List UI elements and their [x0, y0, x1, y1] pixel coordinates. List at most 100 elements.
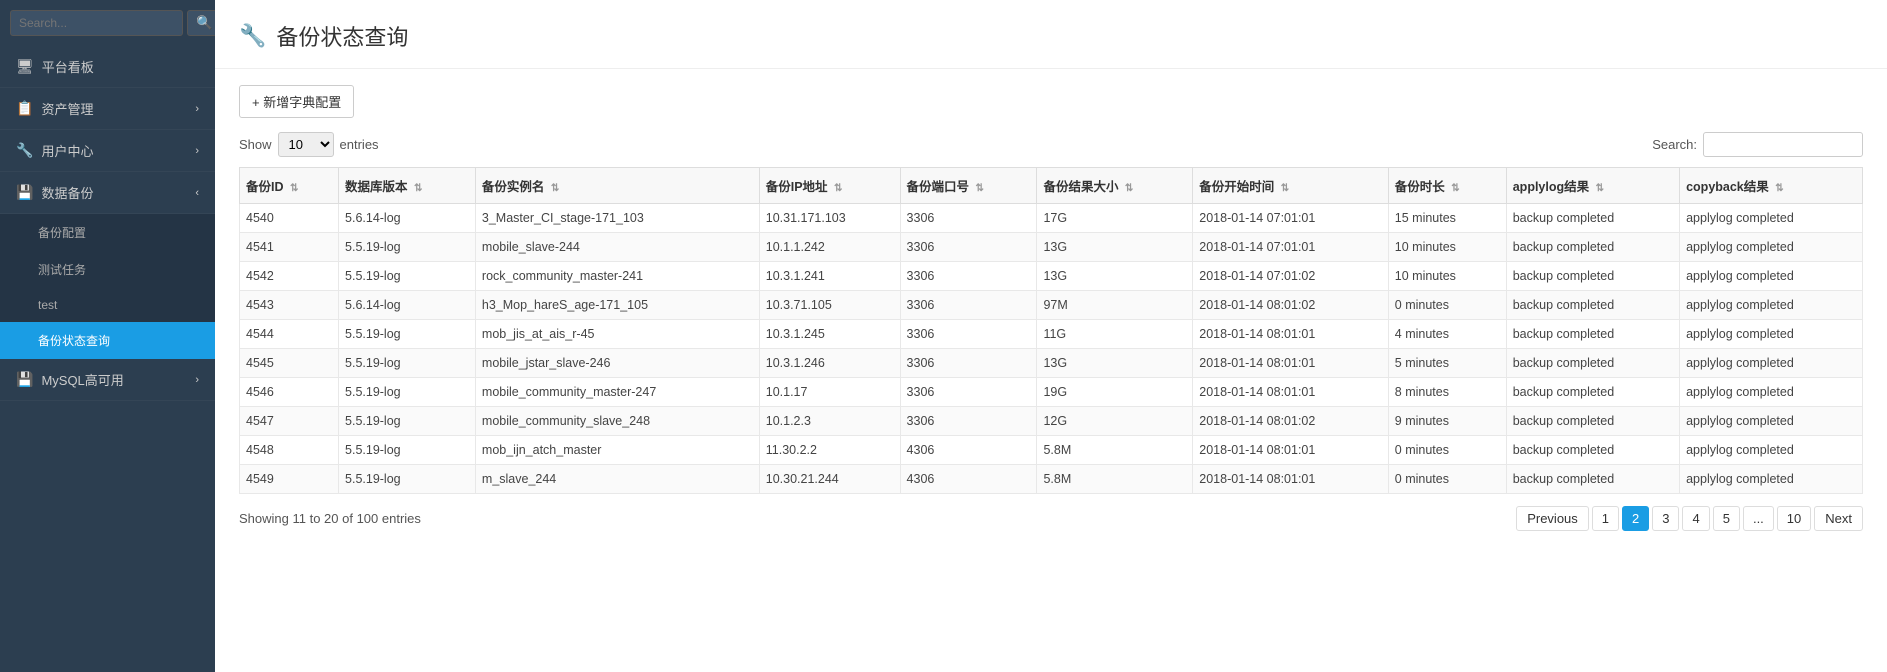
- cell-copyback: applylog completed: [1680, 465, 1863, 494]
- cell-start_time: 2018-01-14 08:01:02: [1193, 407, 1389, 436]
- table-row: 45485.5.19-logmob_ijn_atch_master11.30.2…: [240, 436, 1863, 465]
- table-search-area: Search:: [1652, 132, 1863, 157]
- cell-backup_size: 5.8M: [1037, 465, 1193, 494]
- chevron-right-icon: ›: [195, 103, 199, 115]
- cell-duration: 8 minutes: [1388, 378, 1506, 407]
- mysql-icon: 💾: [16, 371, 33, 388]
- sort-icon: ⇅: [551, 183, 559, 194]
- cell-backup_size: 13G: [1037, 233, 1193, 262]
- sidebar-item-test-task[interactable]: 测试任务: [0, 251, 215, 288]
- table-row: 45475.5.19-logmobile_community_slave_248…: [240, 407, 1863, 436]
- cell-applylog: backup completed: [1506, 233, 1679, 262]
- cell-backup_id: 4541: [240, 233, 339, 262]
- sort-icon: ⇅: [1125, 183, 1133, 194]
- cell-applylog: backup completed: [1506, 378, 1679, 407]
- sidebar-search-area: 🔍: [0, 0, 215, 46]
- col-instance-name[interactable]: 备份实例名 ⇅: [475, 168, 759, 204]
- cell-duration: 5 minutes: [1388, 349, 1506, 378]
- pagination: Previous 1 2 3 4 5 ... 10 Next: [1516, 506, 1863, 531]
- cell-start_time: 2018-01-14 08:01:01: [1193, 436, 1389, 465]
- col-start-time[interactable]: 备份开始时间 ⇅: [1193, 168, 1389, 204]
- col-duration[interactable]: 备份时长 ⇅: [1388, 168, 1506, 204]
- cell-backup_ip: 10.3.1.241: [759, 262, 900, 291]
- sidebar-item-test[interactable]: test: [0, 288, 215, 322]
- col-db-version[interactable]: 数据库版本 ⇅: [339, 168, 476, 204]
- cell-copyback: applylog completed: [1680, 204, 1863, 233]
- cell-db_version: 5.5.19-log: [339, 233, 476, 262]
- cell-start_time: 2018-01-14 07:01:01: [1193, 233, 1389, 262]
- cell-db_version: 5.5.19-log: [339, 378, 476, 407]
- page-ellipsis: ...: [1743, 506, 1774, 531]
- cell-backup_id: 4545: [240, 349, 339, 378]
- page-1-button[interactable]: 1: [1592, 506, 1619, 531]
- sort-icon: ⇅: [1281, 183, 1289, 194]
- cell-duration: 0 minutes: [1388, 291, 1506, 320]
- col-applylog[interactable]: applylog结果 ⇅: [1506, 168, 1679, 204]
- page-2-button[interactable]: 2: [1622, 506, 1649, 531]
- cell-db_version: 5.5.19-log: [339, 349, 476, 378]
- sidebar-sub-item-label: 备份配置: [38, 224, 86, 241]
- col-copyback[interactable]: copyback结果 ⇅: [1680, 168, 1863, 204]
- col-backup-size[interactable]: 备份结果大小 ⇅: [1037, 168, 1193, 204]
- col-backup-port[interactable]: 备份端口号 ⇅: [900, 168, 1037, 204]
- table-header: 备份ID ⇅ 数据库版本 ⇅ 备份实例名 ⇅ 备份IP地址 ⇅ 备份端口号 ⇅ …: [240, 168, 1863, 204]
- cell-backup_ip: 10.3.71.105: [759, 291, 900, 320]
- cell-instance_name: mobile_community_master-247: [475, 378, 759, 407]
- cell-backup_id: 4547: [240, 407, 339, 436]
- sidebar-item-mysql-ha[interactable]: 💾 MySQL高可用 ›: [0, 359, 215, 401]
- sidebar-item-users[interactable]: 🔧 用户中心 ›: [0, 130, 215, 172]
- cell-instance_name: mob_ijn_atch_master: [475, 436, 759, 465]
- cell-copyback: applylog completed: [1680, 349, 1863, 378]
- cell-backup_ip: 10.30.21.244: [759, 465, 900, 494]
- table-body: 45405.6.14-log3_Master_CI_stage-171_1031…: [240, 204, 1863, 494]
- cell-backup_size: 11G: [1037, 320, 1193, 349]
- page-10-button[interactable]: 10: [1777, 506, 1811, 531]
- cell-applylog: backup completed: [1506, 407, 1679, 436]
- show-entries: Show 10 25 50 100 entries: [239, 132, 379, 157]
- sidebar-search-button[interactable]: 🔍: [187, 10, 215, 36]
- previous-button[interactable]: Previous: [1516, 506, 1589, 531]
- cell-backup_port: 4306: [900, 436, 1037, 465]
- sidebar-item-label: 数据备份: [41, 183, 93, 202]
- cell-backup_port: 3306: [900, 233, 1037, 262]
- table-footer: Showing 11 to 20 of 100 entries Previous…: [239, 506, 1863, 531]
- cell-db_version: 5.5.19-log: [339, 465, 476, 494]
- cell-backup_port: 3306: [900, 204, 1037, 233]
- page-5-button[interactable]: 5: [1713, 506, 1740, 531]
- col-backup-id[interactable]: 备份ID ⇅: [240, 168, 339, 204]
- table-row: 45495.5.19-logm_slave_24410.30.21.244430…: [240, 465, 1863, 494]
- cell-db_version: 5.5.19-log: [339, 436, 476, 465]
- sidebar-item-backup[interactable]: 💾 数据备份 ‹: [0, 172, 215, 214]
- cell-copyback: applylog completed: [1680, 407, 1863, 436]
- sidebar-item-assets[interactable]: 📋 资产管理 ›: [0, 88, 215, 130]
- page-4-button[interactable]: 4: [1682, 506, 1709, 531]
- cell-backup_id: 4548: [240, 436, 339, 465]
- cell-duration: 4 minutes: [1388, 320, 1506, 349]
- cell-instance_name: h3_Mop_hareS_age-171_105: [475, 291, 759, 320]
- add-config-button[interactable]: + 新增字典配置: [239, 85, 354, 118]
- cell-start_time: 2018-01-14 08:01:01: [1193, 378, 1389, 407]
- entries-select[interactable]: 10 25 50 100: [278, 132, 334, 157]
- sidebar-item-backup-status[interactable]: 备份状态查询: [0, 322, 215, 359]
- backup-icon: 💾: [16, 184, 33, 201]
- table-search-input[interactable]: [1703, 132, 1863, 157]
- cell-backup_ip: 10.31.171.103: [759, 204, 900, 233]
- sort-icon: ⇅: [290, 183, 298, 194]
- cell-start_time: 2018-01-14 08:01:02: [1193, 291, 1389, 320]
- sidebar-item-platform[interactable]: 🖥 平台看板: [0, 46, 215, 88]
- page-title: 备份状态查询: [276, 20, 408, 52]
- sidebar-item-backup-config[interactable]: 备份配置: [0, 214, 215, 251]
- cell-backup_ip: 10.1.1.242: [759, 233, 900, 262]
- cell-duration: 10 minutes: [1388, 233, 1506, 262]
- cell-db_version: 5.6.14-log: [339, 204, 476, 233]
- sidebar-search-input[interactable]: [10, 10, 183, 36]
- cell-backup_port: 3306: [900, 262, 1037, 291]
- next-button[interactable]: Next: [1814, 506, 1863, 531]
- cell-db_version: 5.5.19-log: [339, 320, 476, 349]
- col-backup-ip[interactable]: 备份IP地址 ⇅: [759, 168, 900, 204]
- page-3-button[interactable]: 3: [1652, 506, 1679, 531]
- cell-backup_size: 19G: [1037, 378, 1193, 407]
- cell-start_time: 2018-01-14 07:01:01: [1193, 204, 1389, 233]
- user-icon: 🔧: [16, 142, 33, 159]
- table-row: 45455.5.19-logmobile_jstar_slave-24610.3…: [240, 349, 1863, 378]
